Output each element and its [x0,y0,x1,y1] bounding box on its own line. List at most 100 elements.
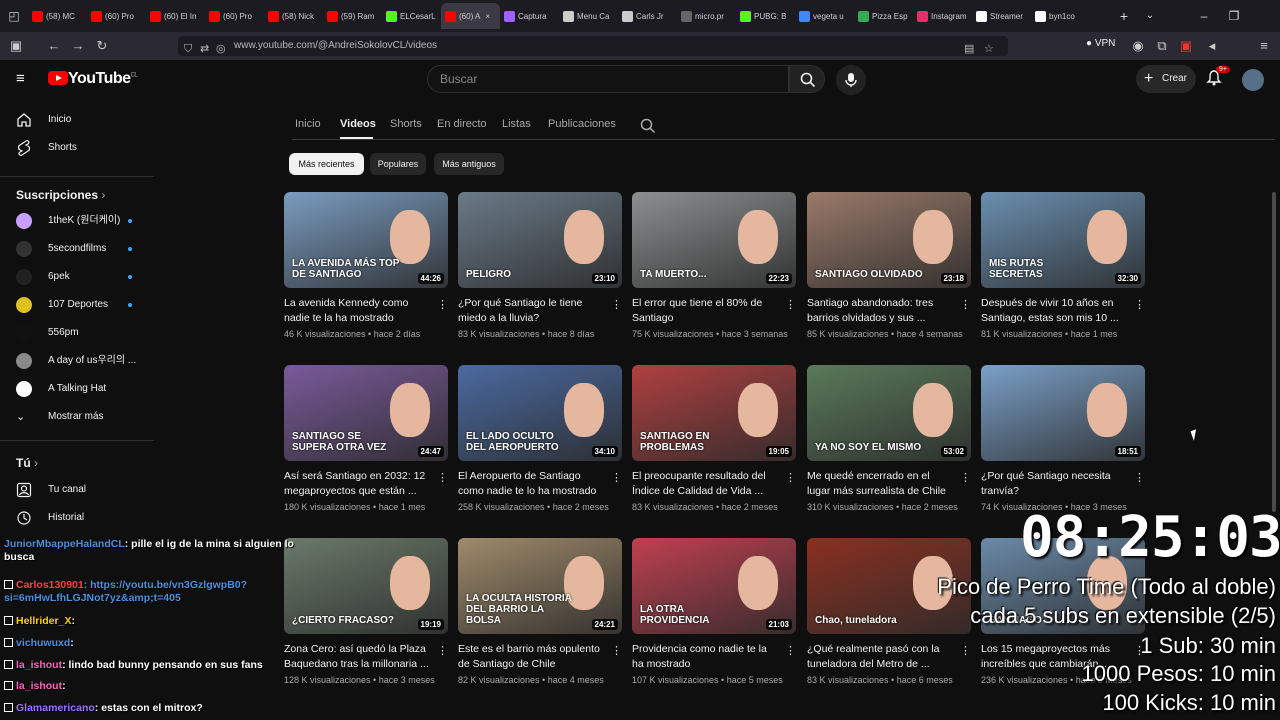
sidebar-item[interactable]: 6pek [0,263,156,291]
browser-tab[interactable]: (60) A × [441,3,500,29]
tab-en-directo[interactable]: En directo [437,118,487,130]
more-options-icon[interactable]: ⋮ [611,298,622,311]
vpn-button[interactable]: ● VPN [1086,38,1115,49]
sidebar-item[interactable]: 5secondfilms [0,235,156,263]
more-options-icon[interactable]: ⋮ [437,644,448,657]
filter-chip[interactable]: Populares [370,153,426,175]
video-thumbnail[interactable]: PELIGRO 23:10 [458,192,622,288]
video-thumbnail[interactable]: SANTIAGO SE SUPERA OTRA VEZ 24:47 [284,365,448,461]
video-title[interactable]: La avenida Kennedy como nadie te la ha m… [284,296,432,326]
notifications-button[interactable]: 9+ [1206,66,1230,90]
video-thumbnail[interactable]: 18:51 [981,365,1145,461]
browser-tab[interactable]: micro.pr [677,3,736,29]
video-card[interactable]: Chao, tuneladora ¿Qué realmente pasó con … [807,538,971,698]
sidebar-item[interactable]: Inicio [0,106,156,134]
video-card[interactable]: MIS RUTAS SECRETAS 32:30 Después de vivir … [981,192,1145,352]
sidebar-item[interactable]: Tu canal [0,476,156,504]
you-heading[interactable]: Tú › [16,456,38,470]
video-card[interactable]: SANTIAGO SE SUPERA OTRA VEZ 24:47 Así será… [284,365,448,525]
browser-tab[interactable]: Carls Jr [618,3,677,29]
more-options-icon[interactable]: ⋮ [1134,471,1145,484]
tab-publicaciones[interactable]: Publicaciones [548,118,616,130]
create-button[interactable]: + Crear [1136,65,1196,93]
extensions-icon[interactable]: ⧉ [1150,36,1174,56]
browser-tab[interactable]: Captura [500,3,559,29]
more-options-icon[interactable]: ⋮ [960,644,971,657]
more-options-icon[interactable]: ⋮ [1134,298,1145,311]
video-thumbnail[interactable]: YA NO SOY EL MISMO 53:02 [807,365,971,461]
video-card[interactable]: SANTIAGO OLVIDADO 23:18 Santiago abandonad… [807,192,971,352]
video-title[interactable]: Así será Santiago en 2032: 12 megaproyec… [284,469,432,499]
sidebar-item[interactable]: 107 Deportes [0,291,156,319]
account-icon[interactable]: ◉ [1126,36,1150,56]
video-title[interactable]: Providencia como nadie te la ha mostrado [632,642,780,672]
search-input[interactable]: Buscar [427,65,789,93]
browser-tab[interactable]: (58) MC [28,3,87,29]
more-options-icon[interactable]: ⋮ [437,298,448,311]
video-card[interactable]: TA MUERTO... 22:23 El error que tiene el 8… [632,192,796,352]
video-thumbnail[interactable]: MIS RUTAS SECRETAS 32:30 [981,192,1145,288]
video-card[interactable]: LA AVENIDA MÁS TOP DE SANTIAGO 44:26 La av… [284,192,448,352]
maximize-button[interactable]: ❐ [1224,6,1244,26]
reload-button[interactable]: ↻ [90,36,114,56]
sidebar-item[interactable]: Shorts [0,134,156,162]
more-options-icon[interactable]: ⋮ [785,298,796,311]
more-options-icon[interactable]: ⋮ [611,644,622,657]
tab-listas[interactable]: Listas [502,118,531,130]
video-card[interactable]: SANTIAGO EN PROBLEMAS 19:05 El preocupante… [632,365,796,525]
browser-tab[interactable]: Pizza Esp [854,3,913,29]
browser-tab[interactable]: PUBG: B [736,3,795,29]
video-title[interactable]: Este es el barrio más opulento de Santia… [458,642,606,672]
sidebar-icon[interactable]: ▣ [4,36,28,56]
browser-tab[interactable]: Menu Ca [559,3,618,29]
page-scrollbar[interactable] [1272,192,1276,512]
forward-button[interactable]: → [66,36,90,56]
tab-videos[interactable]: Videos [340,118,376,130]
reader-icon[interactable]: ▤ [964,39,974,59]
browser-tab[interactable]: (60) El In [146,3,205,29]
volume-icon[interactable]: ◂ [1200,36,1224,56]
search-button[interactable] [789,65,825,93]
close-tab-icon[interactable]: × [485,12,490,21]
filter-chip[interactable]: Más antiguos [434,153,504,175]
youtube-logo[interactable]: YouTubeCL [68,70,138,88]
more-options-icon[interactable]: ⋮ [960,298,971,311]
more-options-icon[interactable]: ⋮ [611,471,622,484]
avatar[interactable] [1242,69,1264,91]
back-button[interactable]: ← [42,36,66,56]
sidebar-item[interactable]: 1theK (원더케이) [0,207,156,235]
video-card[interactable]: EL LADO OCULTO DEL AEROPUERTO 34:10 El Aer… [458,365,622,525]
url-bar[interactable]: ⛉ ⇄ ◎ www.youtube.com/@AndreiSokolovCL/v… [178,36,1008,56]
video-title[interactable]: El error que tiene el 80% de Santiago [632,296,780,326]
more-options-icon[interactable]: ⋮ [960,471,971,484]
video-title[interactable]: Santiago abandonado: tres barrios olvida… [807,296,955,326]
video-thumbnail[interactable]: LA AVENIDA MÁS TOP DE SANTIAGO 44:26 [284,192,448,288]
sidebar-item[interactable]: A day of us우리의 ... [0,347,156,375]
video-thumbnail[interactable]: EL LADO OCULTO DEL AEROPUERTO 34:10 [458,365,622,461]
menu-icon[interactable]: ≡ [1252,36,1276,56]
browser-tab[interactable]: byn1co [1031,3,1090,29]
extension-badge-icon[interactable]: ▣ [1174,36,1198,56]
video-title[interactable]: ¿Qué realmente pasó con la tuneladora de… [807,642,955,672]
browser-tab[interactable]: Instagram [913,3,972,29]
tab-list-button[interactable]: ⌄ [1140,6,1160,26]
bookmark-star-icon[interactable]: ☆ [984,39,994,59]
video-card[interactable]: PELIGRO 23:10 ¿Por qué Santiago le tiene m… [458,192,622,352]
tab-inicio[interactable]: Inicio [295,118,321,130]
video-thumbnail[interactable]: LA OCULTA HISTORIA DEL BARRIO LA BOLSA 24… [458,538,622,634]
filter-chip[interactable]: Más recientes [289,153,364,175]
voice-search-button[interactable] [836,65,866,95]
more-options-icon[interactable]: ⋮ [785,471,796,484]
video-thumbnail[interactable]: SANTIAGO EN PROBLEMAS 19:05 [632,365,796,461]
video-title[interactable]: El Aeropuerto de Santiago como nadie te … [458,469,606,499]
video-title[interactable]: ¿Por qué Santiago le tiene miedo a la ll… [458,296,606,326]
tab-shorts[interactable]: Shorts [390,118,422,130]
hamburger-menu-icon[interactable]: ≡ [16,70,25,87]
video-title[interactable]: Después de vivir 10 años en Santiago, es… [981,296,1129,326]
browser-tab[interactable]: (60) Pro [205,3,264,29]
video-card[interactable]: LA OCULTA HISTORIA DEL BARRIO LA BOLSA 24… [458,538,622,698]
channel-search-icon[interactable] [640,118,656,139]
browser-tab[interactable]: ELCesarL [382,3,441,29]
video-thumbnail[interactable]: SANTIAGO OLVIDADO 23:18 [807,192,971,288]
more-options-icon[interactable]: ⋮ [785,644,796,657]
